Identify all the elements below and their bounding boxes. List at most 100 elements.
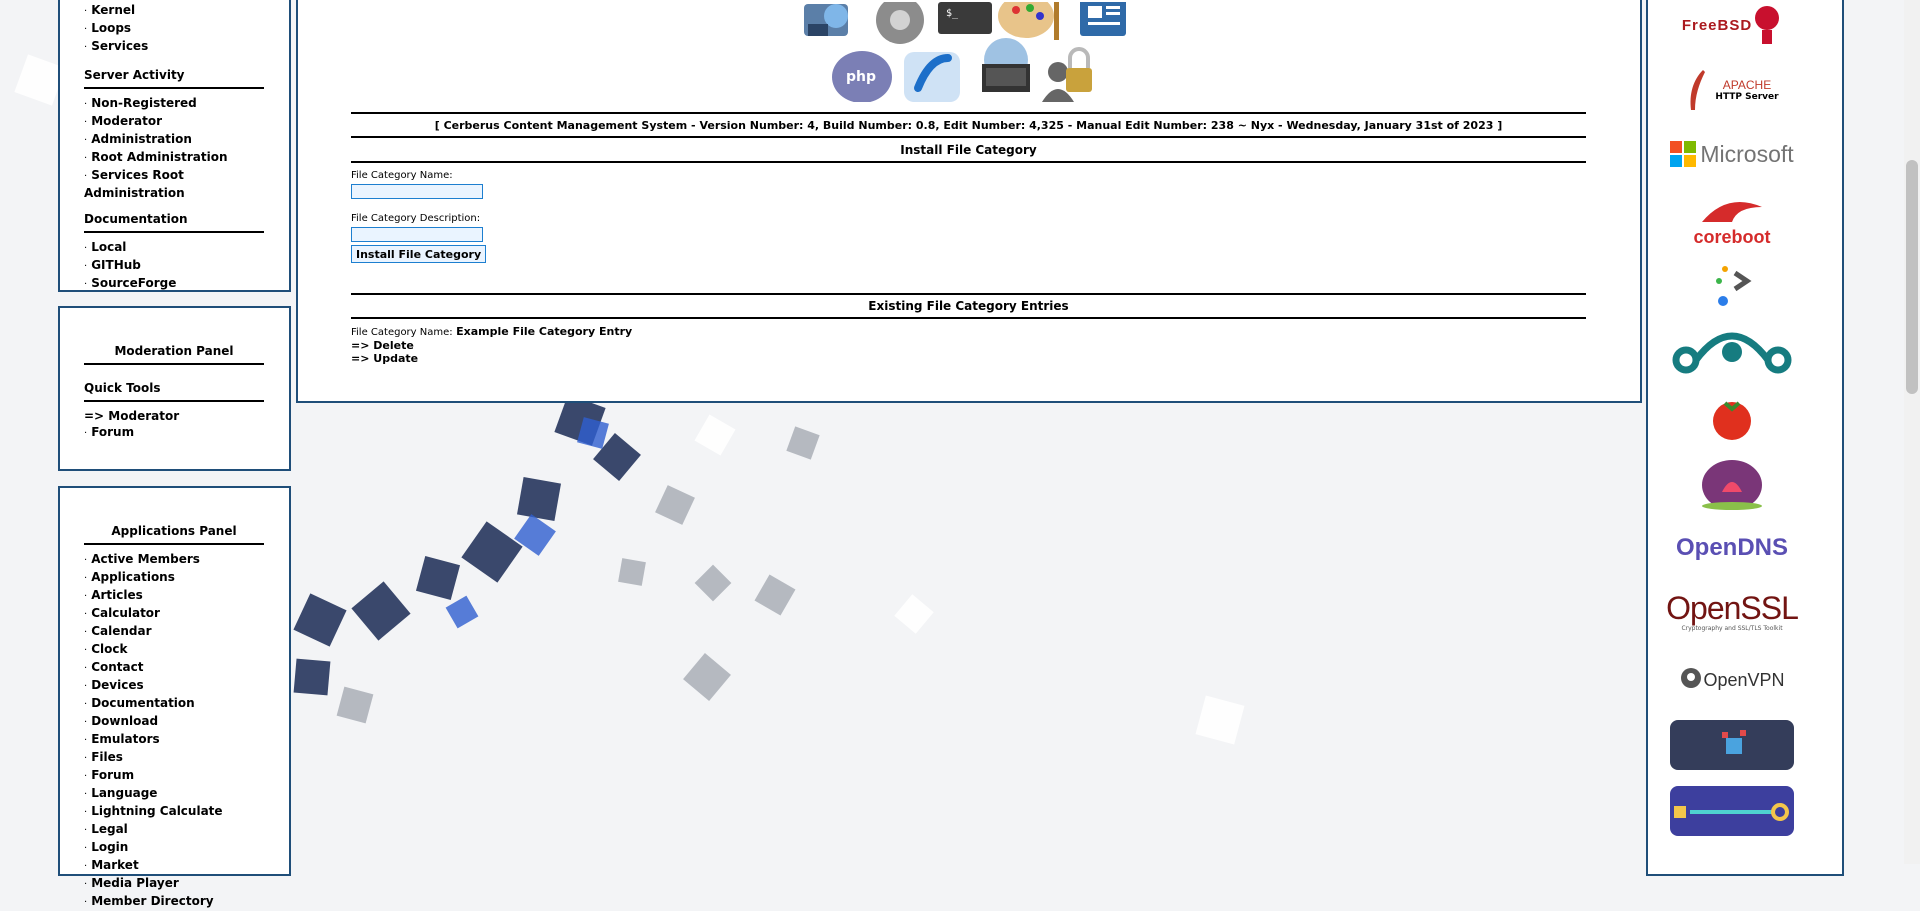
user-lock-icon[interactable] bbox=[1042, 47, 1092, 102]
app-item[interactable]: · Calendar bbox=[84, 623, 264, 641]
menu-item-moderator[interactable]: · Moderator bbox=[84, 113, 264, 131]
bullet-icon: · bbox=[84, 717, 88, 728]
app-item-label: Active Members bbox=[91, 552, 200, 566]
app-item[interactable]: · Calculator bbox=[84, 605, 264, 623]
bullet-icon: · bbox=[84, 879, 88, 890]
update-link[interactable]: => Update bbox=[351, 352, 1586, 365]
bullet-icon: · bbox=[84, 753, 88, 764]
bullet-icon: · bbox=[84, 897, 88, 908]
app-item-label: Login bbox=[91, 840, 129, 854]
app-item[interactable]: · Articles bbox=[84, 587, 264, 605]
bullet-icon: · bbox=[84, 609, 88, 620]
scrollbar-track[interactable] bbox=[1904, 0, 1920, 864]
key-lock-icon bbox=[1674, 803, 1789, 821]
tomato-icon bbox=[1713, 401, 1751, 440]
app-item[interactable]: · Emulators bbox=[84, 731, 264, 749]
php-icon[interactable]: php bbox=[832, 51, 892, 103]
security-banner-1[interactable] bbox=[1670, 720, 1794, 770]
app-item[interactable]: · Member Directory bbox=[84, 893, 264, 911]
lotus-logo[interactable] bbox=[1670, 458, 1794, 512]
quick-tools-list: => Moderator · Forum bbox=[84, 408, 264, 442]
app-item[interactable]: · Media Player bbox=[84, 875, 264, 893]
bullet-icon: · bbox=[84, 699, 88, 710]
freebsd-logo[interactable]: FreeBSD bbox=[1670, 0, 1794, 54]
menu-item-non-registered[interactable]: · Non-Registered bbox=[84, 95, 264, 113]
app-item[interactable]: · Download bbox=[84, 713, 264, 731]
name-label: File Category Name: bbox=[351, 170, 453, 181]
app-item-label: Files bbox=[91, 750, 123, 764]
security-banner-2[interactable] bbox=[1670, 786, 1794, 836]
bullet-icon: · bbox=[84, 645, 88, 656]
dots-arrow-icon bbox=[1716, 266, 1752, 306]
install-file-category-button[interactable]: Install File Category bbox=[351, 245, 487, 263]
app-item[interactable]: · Active Members bbox=[84, 551, 264, 569]
menu-item-root-administration[interactable]: · Root Administration bbox=[84, 149, 264, 167]
app-item[interactable]: · Contact bbox=[84, 659, 264, 677]
coreboot-rabbit-icon bbox=[1702, 201, 1762, 222]
app-item-label: Market bbox=[91, 858, 139, 872]
app-item-label: Emulators bbox=[91, 732, 160, 746]
bullet-icon: · bbox=[84, 573, 88, 584]
app-item-label: Articles bbox=[91, 588, 143, 602]
gear-icon[interactable] bbox=[876, 0, 924, 44]
menu-item-services-root-administration[interactable]: · Services Root Administration bbox=[84, 167, 264, 201]
palette-icon[interactable] bbox=[998, 0, 1059, 40]
app-item[interactable]: · Market bbox=[84, 857, 264, 875]
bullet-icon: · bbox=[84, 591, 88, 602]
phone-icon[interactable] bbox=[904, 52, 960, 102]
openvpn-logo[interactable]: OpenVPN bbox=[1670, 660, 1794, 700]
microsoft-logo[interactable]: Microsoft bbox=[1670, 134, 1794, 174]
app-item[interactable]: · Applications bbox=[84, 569, 264, 587]
quick-tool-forum[interactable]: · Forum bbox=[84, 424, 264, 442]
apache-logo[interactable]: APACHE HTTP Server bbox=[1670, 64, 1794, 116]
opendns-logo[interactable]: OpenDNS bbox=[1670, 530, 1794, 566]
dots-arrow-logo[interactable] bbox=[1670, 262, 1794, 310]
bullet-icon: · bbox=[84, 681, 88, 692]
app-item[interactable]: · Clock bbox=[84, 641, 264, 659]
menu-item-kernel[interactable]: · Kernel bbox=[84, 2, 264, 20]
description-label: File Category Description: bbox=[351, 213, 481, 224]
terminal-icon[interactable]: $_ bbox=[938, 2, 992, 34]
file-category-description-input[interactable] bbox=[351, 227, 483, 242]
newspaper-icon[interactable] bbox=[1080, 0, 1126, 36]
app-item[interactable]: · Documentation bbox=[84, 695, 264, 713]
app-item-label: Calculator bbox=[91, 606, 160, 620]
app-item-label: Documentation bbox=[91, 696, 195, 710]
bullet-icon: · bbox=[84, 789, 88, 800]
menu-item-sourceforge[interactable]: · SourceForge bbox=[84, 275, 264, 293]
app-item[interactable]: · Legal bbox=[84, 821, 264, 839]
app-item-label: Devices bbox=[91, 678, 144, 692]
app-item[interactable]: · Files bbox=[84, 749, 264, 767]
documentation-list: · Local · GITHub · SourceForge bbox=[84, 239, 264, 293]
tomato-logo[interactable] bbox=[1670, 394, 1794, 442]
app-item-label: Calendar bbox=[91, 624, 152, 638]
app-item-label: Contact bbox=[91, 660, 144, 674]
applications-panel-title: Applications Panel bbox=[84, 522, 264, 545]
menu-item-administration[interactable]: · Administration bbox=[84, 131, 264, 149]
file-category-name-input[interactable] bbox=[351, 184, 483, 199]
quick-tool-moderator[interactable]: => Moderator bbox=[84, 408, 264, 424]
menu-item-loops[interactable]: · Loops bbox=[84, 20, 264, 38]
coreboot-logo[interactable]: coreboot bbox=[1670, 194, 1794, 250]
documentation-title: Documentation bbox=[84, 210, 264, 233]
microsoft-squares-icon bbox=[1670, 141, 1697, 167]
bullet-icon: · bbox=[84, 861, 88, 872]
network-icon[interactable] bbox=[804, 4, 848, 36]
menu-item-services[interactable]: · Services bbox=[84, 38, 264, 56]
app-item[interactable]: · Devices bbox=[84, 677, 264, 695]
scrollbar-thumb[interactable] bbox=[1906, 160, 1918, 394]
app-item[interactable]: · Lightning Calculate bbox=[84, 803, 264, 821]
lineageos-logo[interactable] bbox=[1670, 320, 1794, 384]
menu-item-github[interactable]: · GITHub bbox=[84, 257, 264, 275]
app-item[interactable]: · Language bbox=[84, 785, 264, 803]
delete-link[interactable]: => Delete bbox=[351, 339, 1586, 352]
menu-item-local[interactable]: · Local bbox=[84, 239, 264, 257]
applications-list: · Active Members · Applications · Articles · Ca… bbox=[84, 551, 264, 911]
app-item[interactable]: · Login bbox=[84, 839, 264, 857]
padlock-key-icon bbox=[1722, 730, 1746, 754]
computers-icon[interactable] bbox=[982, 38, 1030, 92]
bullet-icon: · bbox=[84, 555, 88, 566]
apache-feather-icon bbox=[1690, 70, 1706, 110]
openssl-logo[interactable]: OpenSSL Cryptography and SSL/TLS Toolkit bbox=[1666, 586, 1799, 636]
app-item[interactable]: · Forum bbox=[84, 767, 264, 785]
